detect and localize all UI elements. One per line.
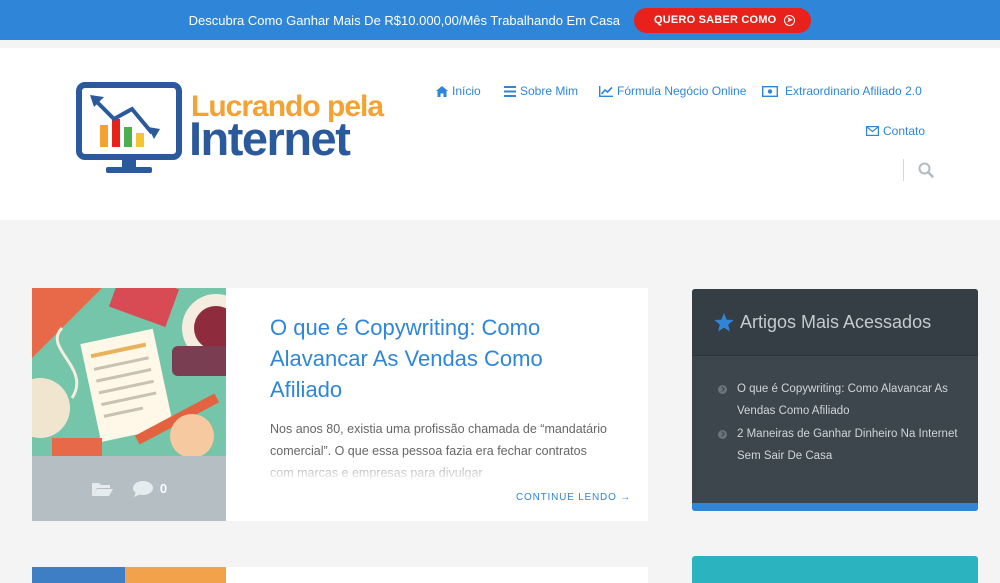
list-item[interactable]: 2 Maneiras de Ganhar Dinheiro Na Interne… <box>718 423 958 467</box>
popular-posts-widget: Artigos Mais Acessados O que é Copywriti… <box>692 289 978 511</box>
widget-accent-bar <box>692 503 978 511</box>
list-item[interactable]: O que é Copywriting: Como Alavancar As V… <box>718 378 958 422</box>
continue-reading-link[interactable]: CONTINUE LENDO → <box>516 492 631 503</box>
popular-post-link[interactable]: 2 Maneiras de Ganhar Dinheiro Na Interne… <box>737 423 958 467</box>
nav-label: Sobre Mim <box>520 84 579 98</box>
post-meta: 0 <box>32 456 226 521</box>
comment-count: 0 <box>159 481 168 496</box>
folder-icon[interactable] <box>91 481 113 497</box>
post-thumbnail[interactable]: 0 <box>32 288 226 521</box>
star-icon <box>714 312 734 332</box>
list-icon <box>504 85 516 97</box>
nav-label: Fórmula Negócio Online <box>617 84 747 98</box>
secondary-widget <box>692 556 978 583</box>
writing-illustration <box>32 288 226 458</box>
nav-item-contato[interactable]: Contato <box>866 124 925 138</box>
money-icon <box>762 85 778 97</box>
popular-posts-list: O que é Copywriting: Como Alavancar As V… <box>692 356 978 467</box>
post-title[interactable]: O que é Copywriting: Como Alavancar As V… <box>270 312 610 405</box>
nav-item-sobre-mim[interactable]: Sobre Mim <box>504 84 578 98</box>
nav-divider <box>903 159 904 181</box>
chevron-circle-icon <box>718 385 727 394</box>
home-icon <box>436 85 448 97</box>
search-icon <box>918 162 934 178</box>
nav-item-inicio[interactable]: Início <box>436 84 481 98</box>
chevron-circle-icon <box>718 430 727 439</box>
site-header: Lucrando pela Internet Início Sobre Mim … <box>0 48 1000 220</box>
arrow-circle-icon: ➤ <box>784 14 796 26</box>
quero-saber-button[interactable]: QUERO SABER COMO ➤ <box>634 7 812 33</box>
nav-label: Contato <box>883 124 926 138</box>
post-card: 0 O que é Copywriting: Como Alavancar As… <box>32 288 648 521</box>
nav-label: Início <box>452 84 481 98</box>
main-nav: Início Sobre Mim Fórmula Negócio Online … <box>0 48 1000 220</box>
announcement-text: Descubra Como Ganhar Mais De R$10.000,00… <box>188 12 620 28</box>
post-thumbnail-next[interactable] <box>32 567 226 583</box>
excerpt-fade <box>270 454 610 482</box>
chart-line-icon <box>599 85 613 97</box>
post-card-next <box>32 567 648 583</box>
comments-link[interactable]: 0 <box>132 480 168 497</box>
search-button[interactable] <box>918 162 934 183</box>
widget-header: Artigos Mais Acessados <box>692 289 978 356</box>
comment-icon <box>132 480 153 497</box>
nav-label: Extraordinario Afiliado 2.0 <box>785 84 922 98</box>
announcement-bar: Descubra Como Ganhar Mais De R$10.000,00… <box>0 0 1000 40</box>
nav-item-formula[interactable]: Fórmula Negócio Online <box>599 84 746 98</box>
nav-item-afiliado[interactable]: Extraordinario Afiliado 2.0 <box>762 84 922 98</box>
envelope-icon <box>866 126 879 136</box>
quero-saber-label: QUERO SABER COMO <box>654 14 777 26</box>
popular-post-link[interactable]: O que é Copywriting: Como Alavancar As V… <box>737 378 958 422</box>
widget-title: Artigos Mais Acessados <box>740 311 932 332</box>
